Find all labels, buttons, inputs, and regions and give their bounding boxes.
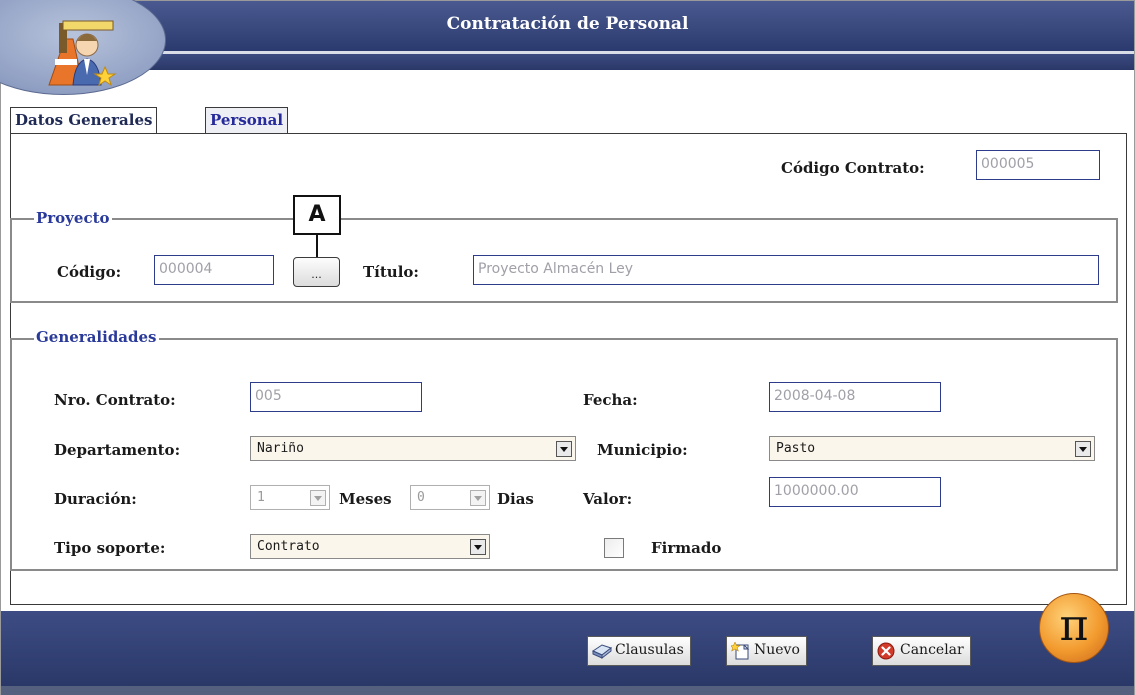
municipio-select[interactable]: Pasto xyxy=(769,436,1095,461)
duracion-dias-value: 0 xyxy=(417,490,425,505)
tipo-soporte-select[interactable]: Contrato xyxy=(250,534,490,559)
municipio-label: Municipio: xyxy=(597,441,688,459)
proyecto-codigo-field[interactable]: 000004 xyxy=(154,255,274,285)
duracion-label: Duración: xyxy=(54,490,137,508)
header-stripe-dark xyxy=(1,54,1134,70)
cancel-icon xyxy=(877,642,895,660)
tipo-soporte-value: Contrato xyxy=(257,539,320,554)
departamento-label: Departamento: xyxy=(54,441,181,459)
nuevo-label: Nuevo xyxy=(754,642,800,658)
departamento-select[interactable]: Nariño xyxy=(250,436,576,461)
clausulas-button[interactable]: Clausulas xyxy=(587,636,691,666)
nuevo-button[interactable]: Nuevo xyxy=(726,636,807,666)
tipo-soporte-label: Tipo soporte: xyxy=(54,539,166,557)
new-document-icon xyxy=(731,642,750,660)
window-header: Contratación de Personal xyxy=(0,0,1134,95)
window-title: Contratación de Personal xyxy=(446,14,689,34)
proyecto-titulo-field[interactable]: Proyecto Almacén Ley xyxy=(473,255,1099,285)
firmado-checkbox[interactable] xyxy=(604,538,624,558)
chevron-down-icon[interactable] xyxy=(1075,441,1091,457)
valor-field[interactable]: 1000000.00 xyxy=(769,477,941,507)
tab-datos-generales[interactable]: Datos Generales xyxy=(10,107,158,134)
dias-label: Dias xyxy=(497,490,534,508)
firmado-label: Firmado xyxy=(651,539,722,557)
fecha-field[interactable]: 2008-04-08 xyxy=(769,382,941,412)
nro-contrato-field[interactable]: 005 xyxy=(250,382,422,412)
cancelar-label: Cancelar xyxy=(900,642,964,658)
callout-line xyxy=(316,235,318,257)
project-search-button[interactable]: ... xyxy=(293,257,340,287)
meses-label: Meses xyxy=(339,490,392,508)
chevron-down-icon[interactable] xyxy=(556,441,572,457)
generalidades-legend: Generalidades xyxy=(34,328,159,346)
book-icon xyxy=(592,644,612,660)
departamento-value: Nariño xyxy=(257,441,304,456)
callout-a: A xyxy=(293,195,341,235)
codigo-contrato-label: Código Contrato: xyxy=(781,159,925,177)
fecha-label: Fecha: xyxy=(583,391,638,409)
contract-window: Contratación de Personal Datos Generales… xyxy=(0,0,1135,695)
cancelar-button[interactable]: Cancelar xyxy=(872,636,971,666)
tab-personal[interactable]: Personal xyxy=(205,107,289,134)
proyecto-legend: Proyecto xyxy=(34,209,112,227)
codigo-contrato-field[interactable]: 000005 xyxy=(976,150,1100,180)
duracion-dias-select[interactable]: 0 xyxy=(410,485,490,510)
nro-contrato-label: Nro. Contrato: xyxy=(54,391,176,409)
chevron-down-icon[interactable] xyxy=(310,490,326,506)
proyecto-codigo-label: Código: xyxy=(57,263,122,281)
municipio-value: Pasto xyxy=(776,441,816,456)
footer-stripe xyxy=(1,686,1134,695)
valor-label: Valor: xyxy=(583,490,633,508)
proyecto-titulo-label: Título: xyxy=(363,263,419,281)
duracion-meses-value: 1 xyxy=(257,490,265,505)
pi-logo-icon: π xyxy=(1039,593,1109,663)
window-footer: Clausulas Nuevo Cancelar xyxy=(1,611,1134,695)
chevron-down-icon[interactable] xyxy=(470,490,486,506)
clausulas-label: Clausulas xyxy=(615,642,684,658)
chevron-down-icon[interactable] xyxy=(470,539,486,555)
duracion-meses-select[interactable]: 1 xyxy=(250,485,330,510)
